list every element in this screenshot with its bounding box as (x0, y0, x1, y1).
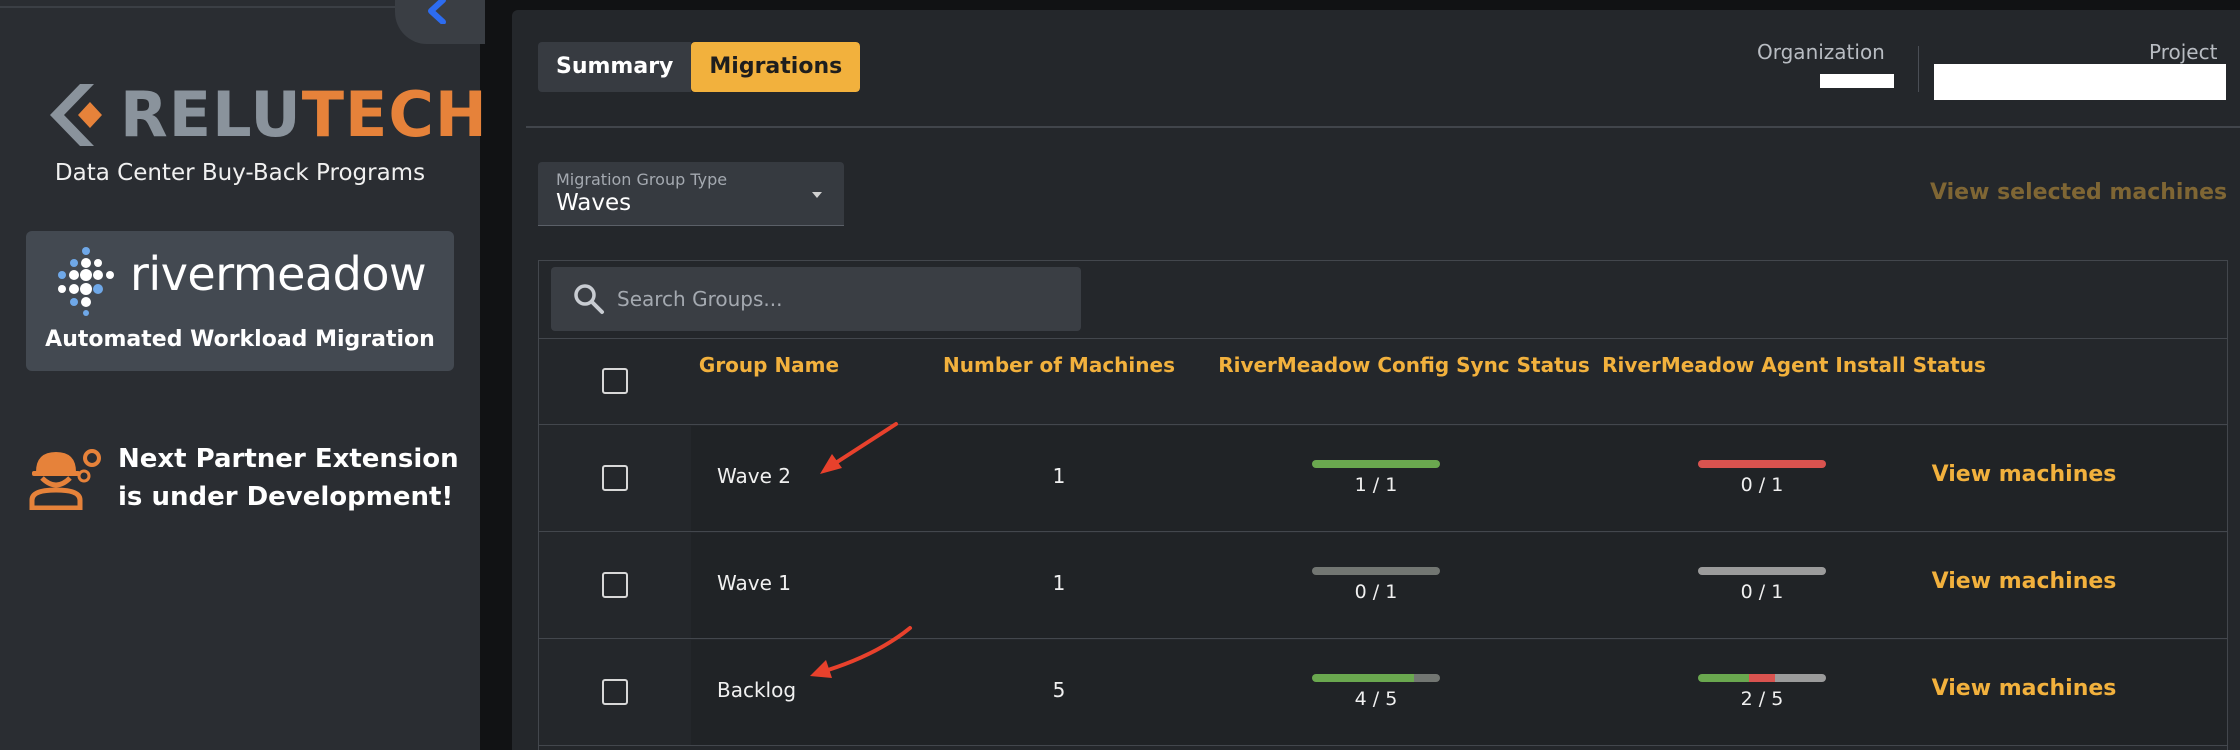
groups-table: Group Name Number of Machines RiverMeado… (538, 260, 2228, 750)
brand-tagline: Data Center Buy-Back Programs (54, 160, 426, 186)
tab-summary[interactable]: Summary (538, 42, 692, 92)
migration-group-type-select[interactable]: Migration Group Type Waves (538, 162, 844, 226)
progress-segment-pending (1312, 567, 1440, 575)
group-name: Backlog (717, 678, 797, 702)
project-label: Project (2149, 40, 2218, 64)
select-value: Waves (556, 190, 632, 216)
project-value-redacted[interactable] (1934, 64, 2226, 100)
rivermeadow-logo-icon (58, 247, 114, 316)
config-sync-status: 0 / 1 (1354, 581, 1398, 603)
main-panel: Summary Migrations Organization Project … (512, 10, 2240, 750)
table-row: Backlog 5 4 / 5 2 / 5 View machines (539, 640, 2227, 746)
organization-label: Organization (1757, 40, 1885, 64)
annotation-arrow-icon (810, 626, 912, 678)
partner-subtitle: Automated Workload Migration (45, 327, 435, 352)
table-search-bar (539, 261, 2227, 339)
caret-down-icon (812, 192, 822, 198)
relutech-logo-icon (50, 84, 102, 146)
development-notice-text: Next Partner Extension is under Developm… (118, 444, 459, 512)
select-label: Migration Group Type (556, 170, 728, 189)
progress-segment-pending (1774, 674, 1826, 682)
config-sync-status: 1 / 1 (1354, 474, 1398, 496)
agent-install-status: 0 / 1 (1740, 581, 1784, 603)
agent-install-progress-bar (1698, 674, 1826, 682)
sidebar-divider (0, 6, 400, 8)
search-box[interactable] (551, 267, 1081, 331)
view-selected-machines-button[interactable]: View selected machines (1930, 180, 2227, 205)
view-machines-link[interactable]: View machines (1919, 676, 2129, 701)
column-header-agent-install[interactable]: RiverMeadow Agent Install Status (1569, 350, 2019, 381)
view-machines-link[interactable]: View machines (1919, 569, 2129, 594)
group-name: Wave 2 (717, 464, 791, 488)
row-checkbox[interactable] (602, 679, 628, 705)
agent-install-progress-bar (1698, 460, 1826, 468)
annotation-arrow-icon (820, 422, 898, 474)
brand-wordmark: RELUTECH (120, 78, 488, 151)
row-checkbox[interactable] (602, 465, 628, 491)
search-icon (574, 284, 604, 314)
progress-segment-pending (1698, 567, 1826, 575)
select-all-checkbox[interactable] (602, 368, 628, 394)
organization-value-redacted (1820, 74, 1894, 88)
machine-count: 5 (1052, 678, 1066, 702)
search-input[interactable] (617, 267, 1057, 331)
brand-logo: RELUTECH (50, 80, 487, 150)
row-checkbox[interactable] (602, 572, 628, 598)
config-sync-progress-bar (1312, 567, 1440, 575)
view-tabs: Summary Migrations (538, 42, 861, 92)
chevron-left-icon (428, 0, 446, 24)
column-header-machines[interactable]: Number of Machines (929, 350, 1189, 381)
worker-gear-icon (29, 449, 101, 510)
column-header-group-name[interactable]: Group Name (689, 350, 849, 381)
partner-card-rivermeadow[interactable]: rivermeadow Automated Workload Migration (26, 231, 454, 371)
header-divider (526, 126, 2240, 128)
config-sync-status: 4 / 5 (1354, 688, 1398, 710)
group-name: Wave 1 (717, 571, 791, 595)
progress-segment-success (1698, 674, 1750, 682)
progress-segment-failed (1749, 674, 1775, 682)
tab-migrations[interactable]: Migrations (691, 42, 861, 92)
header-separator (1918, 46, 1919, 92)
agent-install-progress-bar (1698, 567, 1826, 575)
sidebar: RELUTECH Data Center Buy-Back Programs r… (0, 0, 487, 750)
collapse-sidebar-button[interactable] (395, 0, 485, 44)
progress-segment-failed (1698, 460, 1826, 468)
progress-segment-success (1312, 674, 1415, 682)
table-row: Wave 1 1 0 / 1 0 / 1 View machines (539, 533, 2227, 639)
machine-count: 1 (1052, 571, 1066, 595)
progress-segment-success (1312, 460, 1440, 468)
config-sync-progress-bar (1312, 460, 1440, 468)
progress-segment-pending (1414, 674, 1440, 682)
machine-count: 1 (1052, 464, 1066, 488)
table-header-row: Group Name Number of Machines RiverMeado… (539, 340, 2227, 425)
agent-install-status: 0 / 1 (1740, 474, 1784, 496)
partner-name: rivermeadow (130, 247, 427, 301)
agent-install-status: 2 / 5 (1740, 688, 1784, 710)
view-machines-link[interactable]: View machines (1919, 462, 2129, 487)
table-row: Wave 2 1 1 / 1 0 / 1 View machines (539, 426, 2227, 532)
column-header-config-sync[interactable]: RiverMeadow Config Sync Status (1179, 350, 1629, 381)
config-sync-progress-bar (1312, 674, 1440, 682)
